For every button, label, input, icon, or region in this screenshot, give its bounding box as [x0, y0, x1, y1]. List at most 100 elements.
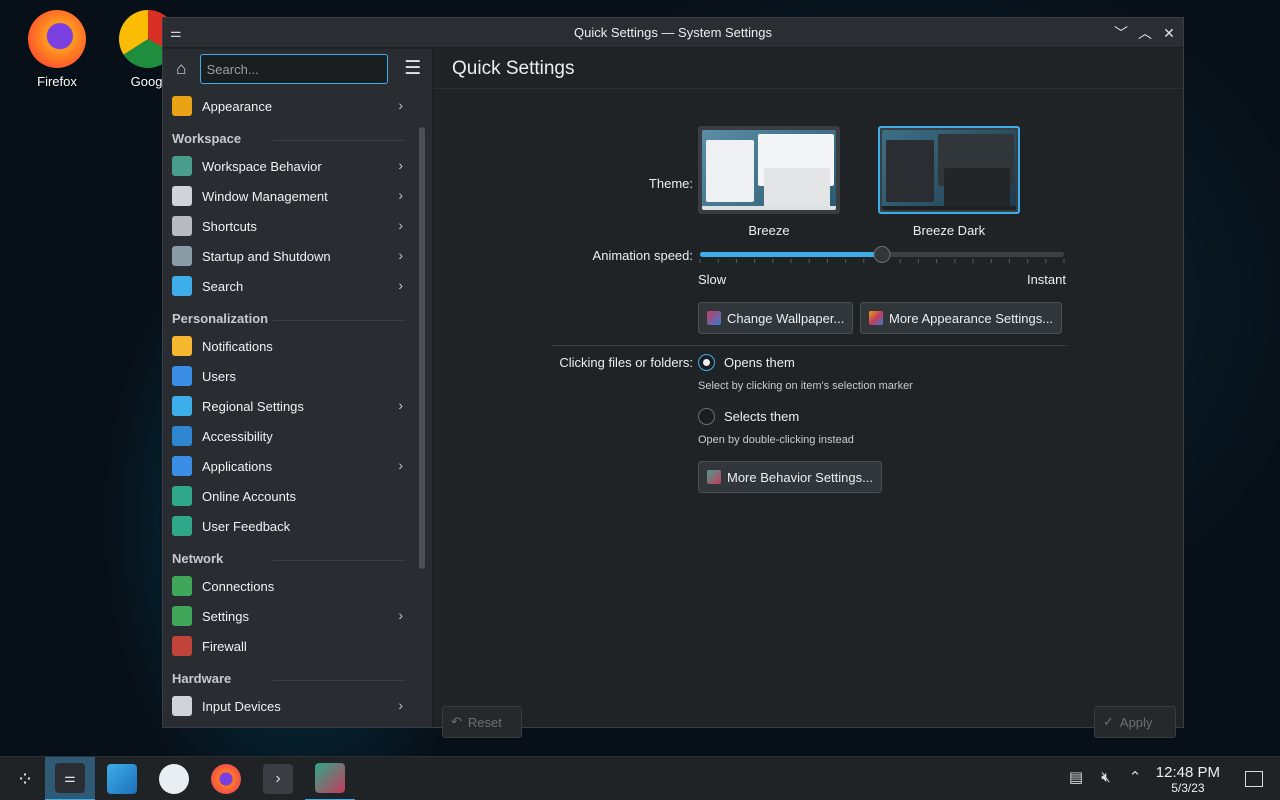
slider-handle[interactable] [873, 246, 891, 263]
application-launcher-button[interactable]: ⁘ [0, 757, 50, 800]
taskbar-konsole[interactable]: › [253, 757, 303, 800]
theme-card-breeze-dark[interactable] [878, 126, 1020, 214]
animation-speed-slider[interactable] [698, 245, 1070, 265]
theme-label: Theme: [648, 176, 693, 191]
sidebar-item-appearance[interactable]: Appearance › [163, 91, 413, 121]
desktop-icon-label: Firefox [37, 74, 77, 89]
change-wallpaper-label: Change Wallpaper... [727, 310, 845, 326]
taskbar-dolphin[interactable] [149, 757, 199, 800]
clock[interactable]: 12:48 PM 5/3/23 [1156, 764, 1220, 795]
maximize-button[interactable]: ︿ [1135, 23, 1155, 43]
theme-card-breeze[interactable] [698, 126, 840, 214]
selects-them-label[interactable]: Selects them [724, 409, 799, 424]
selects-them-radio[interactable] [698, 408, 715, 425]
home-icon[interactable]: ⌂ [171, 57, 192, 81]
wallpaper-icon [707, 311, 721, 325]
reset-label: Reset [467, 714, 502, 730]
sidebar-item-shortcuts[interactable]: Shortcuts › [163, 211, 413, 241]
workspace-icon [172, 156, 192, 176]
taskbar-system-settings[interactable]: ⚌ [45, 757, 95, 800]
opens-them-radio[interactable] [698, 354, 715, 371]
section-header: Personalization [163, 301, 413, 331]
sidebar-item-connections[interactable]: Connections [163, 571, 413, 601]
sidebar-item-applications[interactable]: Applications › [163, 451, 413, 481]
theme-name-breeze-dark: Breeze Dark [912, 223, 986, 238]
globe-icon [172, 606, 192, 626]
sidebar-item-firewall[interactable]: Firewall [163, 631, 413, 661]
settings-app-icon[interactable]: ⚌ [170, 25, 186, 41]
sidebar-item-workspace-behavior[interactable]: Workspace Behavior › [163, 151, 413, 181]
hamburger-menu-icon[interactable]: ☰ [402, 57, 424, 81]
search-input[interactable] [199, 54, 388, 84]
taskbar-discover[interactable] [97, 757, 147, 800]
sidebar-item-label: Window Management [202, 188, 328, 204]
search-icon [172, 276, 192, 296]
apply-label: Apply [1119, 714, 1153, 730]
sidebar: ⌂ ☰ Appearance›WorkspaceWorkspace Behavi… [163, 49, 433, 727]
sidebar-item-label: Online Accounts [202, 488, 296, 504]
sidebar-item-label: Accessibility [202, 428, 273, 444]
section-header: Workspace [163, 121, 413, 151]
minimize-button[interactable]: ﹀ [1111, 23, 1131, 43]
keyboard-icon [172, 216, 192, 236]
chevron-right-icon: › [398, 187, 403, 203]
sidebar-item-label: Workspace Behavior [202, 158, 322, 174]
sidebar-item-label: User Feedback [202, 518, 291, 534]
reset-button[interactable]: ↶ Reset [442, 706, 522, 738]
sidebar-item-label: Regional Settings [202, 398, 304, 414]
chevron-right-icon: › [398, 697, 403, 713]
slider-fill [700, 252, 882, 257]
sidebar-item-accessibility[interactable]: Accessibility [163, 421, 413, 451]
undo-icon: ↶ [451, 714, 462, 729]
chevron-up-icon[interactable]: ⌃ [1126, 769, 1144, 787]
taskbar-firefox[interactable] [201, 757, 251, 800]
sidebar-item-settings[interactable]: Settings › [163, 601, 413, 631]
discover-store-icon [107, 764, 137, 794]
sidebar-scrollbar[interactable] [419, 127, 425, 569]
settings-window-icon [315, 763, 345, 793]
regional-icon [172, 396, 192, 416]
more-appearance-settings-button[interactable]: More Appearance Settings... [860, 302, 1063, 334]
sidebar-item-search[interactable]: Search › [163, 271, 413, 301]
system-settings-icon: ⚌ [55, 763, 85, 793]
desktop-icon-firefox[interactable]: Firefox [17, 10, 97, 89]
title-bar[interactable]: ⚌ Quick Settings — System Settings ﹀ ︿ ✕ [163, 18, 1183, 48]
steam-icon [159, 764, 189, 794]
firefox-icon [28, 10, 86, 68]
sidebar-item-online-accounts[interactable]: Online Accounts [163, 481, 413, 511]
sidebar-item-window-management[interactable]: Window Management › [163, 181, 413, 211]
chevron-right-icon: › [398, 157, 403, 173]
checkmark-icon: ✓ [1103, 714, 1114, 729]
taskbar-app-window[interactable] [305, 757, 355, 800]
show-desktop-icon[interactable] [1245, 771, 1263, 787]
theme-name-breeze: Breeze [748, 223, 790, 238]
slider-min-label: Slow [698, 272, 727, 287]
separator [551, 345, 1067, 346]
apply-button[interactable]: ✓ Apply [1094, 706, 1176, 738]
sidebar-item-input-devices[interactable]: Input Devices › [163, 691, 413, 721]
volume-muted-icon[interactable]: 🔇︎ [1097, 769, 1115, 787]
sidebar-item-notifications[interactable]: Notifications [163, 331, 413, 361]
selects-them-hint: Open by double-clicking instead [698, 434, 854, 446]
sidebar-item-label: Appearance [202, 98, 273, 114]
sidebar-item-label: Connections [202, 578, 275, 594]
sidebar-item-regional-settings[interactable]: Regional Settings › [163, 391, 413, 421]
sidebar-item-user-feedback[interactable]: User Feedback [163, 511, 413, 541]
firewall-icon [172, 636, 192, 656]
steam-deck-launcher-icon: ⁘ [16, 768, 34, 791]
chevron-right-icon: › [398, 97, 403, 113]
sidebar-item-users[interactable]: Users [163, 361, 413, 391]
sidebar-item-startup-and-shutdown[interactable]: Startup and Shutdown › [163, 241, 413, 271]
more-behavior-settings-button[interactable]: More Behavior Settings... [698, 461, 882, 493]
clipboard-icon[interactable]: ▤ [1067, 769, 1085, 787]
chevron-right-icon: › [398, 247, 403, 263]
close-button[interactable]: ✕ [1159, 23, 1179, 43]
firefox-icon [211, 764, 241, 794]
animation-speed-label: Animation speed: [592, 248, 693, 263]
chevron-right-icon: › [398, 607, 403, 623]
change-wallpaper-button[interactable]: Change Wallpaper... [698, 302, 854, 334]
category-list: Appearance › Workspace Workspace Behavior › W… [163, 91, 413, 727]
chevron-right-icon: › [398, 217, 403, 233]
opens-them-label[interactable]: Opens them [724, 355, 795, 370]
startup-icon [172, 246, 192, 266]
